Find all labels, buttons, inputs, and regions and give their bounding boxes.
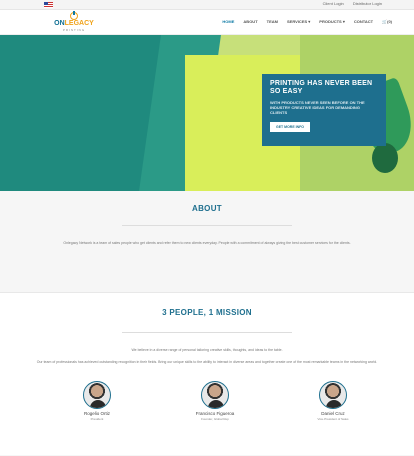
mission-title: 3 PEOPLE, 1 MISSION [162,308,252,317]
divider [122,332,292,333]
main-nav: HOME ABOUT TEAM SERVICES ▾ PRODUCTS ▾ CO… [222,19,392,24]
hero-title: PRINTING HAS NEVER BEEN SO EASY [270,80,373,95]
member-role: Vice-President of Sales [317,417,349,421]
team-list: Rogelio Ortiz President Francisco Figuer… [0,381,414,425]
nav-products[interactable]: PRODUCTS ▾ [319,19,345,24]
butterfly-body-image [372,143,398,173]
logo-text-on: ON [54,20,65,27]
us-flag-icon[interactable] [44,2,53,8]
hero-text: WITH PRODUCTS NEVER SEEN BEFORE ON THE I… [270,100,365,115]
mission-section: 3 PEOPLE, 1 MISSION We believe in a dive… [0,293,414,455]
nav-services[interactable]: SERVICES ▾ [287,19,310,24]
divider [122,225,292,226]
team-member: Daniel Cruz Vice-President of Sales [298,381,368,421]
site-logo[interactable]: ONLEGACY PRINTING [52,11,96,34]
logo-subtitle: PRINTING [62,28,86,32]
team-member: Rogelio Ortiz President [62,381,132,421]
about-text: Onlegacy Network is a team of sales peop… [63,241,351,245]
logo-text-legacy: LEGACY [64,20,94,27]
about-title: ABOUT [192,204,222,213]
client-login-link[interactable]: Client Login [323,1,344,6]
top-links: Client Login Distributor Login [315,1,382,6]
member-role: Founder, Global Rep [201,417,229,421]
mission-text-2: Our team of professionals has achieved o… [36,360,378,364]
hero-banner: PRINTING HAS NEVER BEEN SO EASY WITH PRO… [0,35,414,191]
distributor-login-link[interactable]: Distributor Login [353,1,382,6]
mission-text-1: We believe in a diverse range of persona… [131,348,283,352]
nav-about[interactable]: ABOUT [243,19,257,24]
member-name: Rogelio Ortiz [83,411,110,416]
about-section: ABOUT Onlegacy Network is a team of sale… [0,191,414,293]
avatar [319,381,347,409]
nav-home[interactable]: HOME [222,19,234,24]
power-icon [70,11,78,20]
avatar [201,381,229,409]
cart-button[interactable]: 🛒(0) [382,19,392,24]
header: ONLEGACY PRINTING HOME ABOUT TEAM SERVIC… [0,10,414,35]
member-name: Daniel Cruz [321,411,345,416]
member-role: President [90,417,104,421]
cart-count: (0) [387,19,392,24]
team-member: Francisco Figueroa Founder, Global Rep [180,381,250,421]
nav-team[interactable]: TEAM [267,19,278,24]
member-name: Francisco Figueroa [195,411,235,416]
get-more-info-button[interactable]: GET MORE INFO [270,122,310,132]
hero-promo-box: PRINTING HAS NEVER BEEN SO EASY WITH PRO… [262,74,386,146]
top-bar: Client Login Distributor Login [0,0,414,10]
nav-contact[interactable]: CONTACT [354,19,373,24]
avatar [83,381,111,409]
